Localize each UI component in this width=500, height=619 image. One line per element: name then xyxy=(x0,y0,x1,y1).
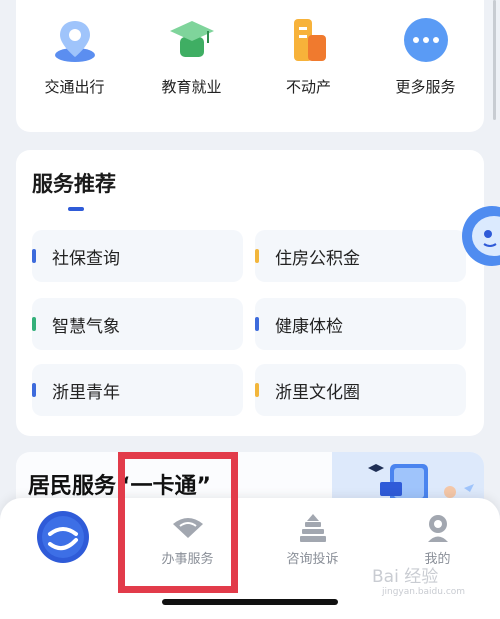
service-accent-bar xyxy=(32,383,36,397)
service-item-housing-fund[interactable]: 住房公积金 xyxy=(255,230,466,282)
assistant-robot-icon[interactable] xyxy=(458,200,500,272)
quick-services-card: 交通出行 教育就业 不动产 更多服务 xyxy=(16,0,484,132)
quick-services-grid: 交通出行 教育就业 不动产 更多服务 xyxy=(16,14,484,97)
service-recommend-card: 服务推荐 社保查询 住房公积金 智慧气象 健康体检 浙里青年 浙里文化圈 xyxy=(16,150,484,436)
quick-item-label: 更多服务 xyxy=(395,78,456,96)
tab-home[interactable] xyxy=(0,510,125,564)
quick-item-education[interactable]: 教育就业 xyxy=(133,14,250,97)
app-logo-icon xyxy=(36,510,90,564)
service-item-culture[interactable]: 浙里文化圈 xyxy=(255,364,466,416)
service-label: 浙里青年 xyxy=(52,382,120,403)
service-label: 社保查询 xyxy=(52,248,120,269)
tab-label: 办事服务 xyxy=(161,552,214,567)
watermark-sub: jingyan.baidu.com xyxy=(382,587,466,597)
profile-icon xyxy=(420,512,456,544)
tab-label: 咨询投诉 xyxy=(286,552,339,567)
resident-title: 居民服务“一卡通” xyxy=(28,474,211,499)
map-pin-icon xyxy=(49,14,101,66)
service-item-weather[interactable]: 智慧气象 xyxy=(32,298,243,350)
service-label: 住房公积金 xyxy=(275,248,360,269)
service-accent-bar xyxy=(32,249,36,263)
quick-item-property[interactable]: 不动产 xyxy=(250,14,367,97)
service-label: 健康体检 xyxy=(275,316,343,337)
scrollbar[interactable] xyxy=(493,0,496,120)
quick-item-label: 交通出行 xyxy=(44,78,105,96)
tab-services[interactable]: 办事服务 xyxy=(125,512,250,567)
quick-item-label: 不动产 xyxy=(285,78,331,96)
service-accent-bar xyxy=(255,249,259,263)
watermark-text: Bai 经验 xyxy=(372,567,439,587)
fan-icon xyxy=(170,512,206,544)
service-item-youth[interactable]: 浙里青年 xyxy=(32,364,243,416)
service-accent-bar xyxy=(255,383,259,397)
pagoda-icon xyxy=(295,512,331,544)
quick-item-transport[interactable]: 交通出行 xyxy=(16,14,133,97)
graduation-cap-icon xyxy=(166,14,218,66)
more-dots-icon xyxy=(400,14,452,66)
service-item-health-check[interactable]: 健康体检 xyxy=(255,298,466,350)
quick-item-more[interactable]: 更多服务 xyxy=(367,14,484,97)
section-title: 服务推荐 xyxy=(32,172,116,196)
tab-consult-complaint[interactable]: 咨询投诉 xyxy=(250,512,375,567)
building-icon xyxy=(283,14,335,66)
title-underline xyxy=(68,207,84,211)
service-accent-bar xyxy=(255,317,259,331)
service-label: 浙里文化圈 xyxy=(275,382,360,403)
service-accent-bar xyxy=(32,317,36,331)
tab-mine[interactable]: 我的 xyxy=(375,512,500,567)
service-item-social-security[interactable]: 社保查询 xyxy=(32,230,243,282)
watermark: Bai 经验 jingyan.baidu.com xyxy=(372,562,465,597)
quick-item-label: 教育就业 xyxy=(161,78,222,96)
service-label: 智慧气象 xyxy=(52,316,120,337)
home-indicator[interactable] xyxy=(162,599,338,605)
